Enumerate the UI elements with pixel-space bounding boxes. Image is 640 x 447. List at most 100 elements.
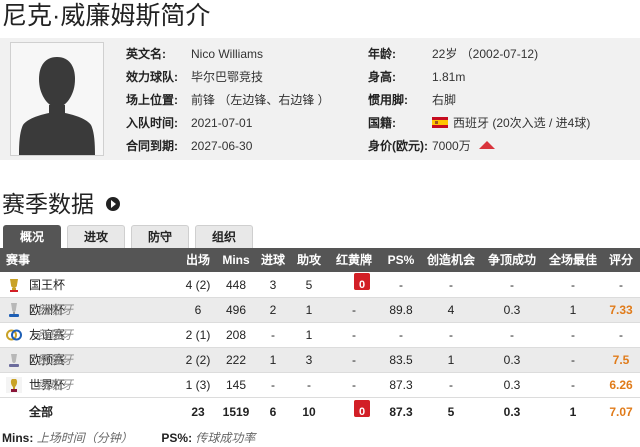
preferred-foot-row: 惯用脚: 右脚 — [368, 90, 633, 110]
tab-organize[interactable]: 组织 — [195, 225, 253, 248]
cell-motm: 1 — [569, 303, 577, 317]
cell-apps: 1 (3) — [185, 378, 211, 392]
cell-assists: 3 — [305, 353, 313, 367]
info-value: 2027-06-30 — [191, 139, 253, 153]
cell-rating: 7.5 — [612, 353, 630, 367]
total-rating: 7.07 — [609, 405, 633, 419]
info-value: 右脚 — [432, 93, 457, 107]
cell-motm: - — [571, 353, 575, 367]
info-value: Nico Williams — [191, 47, 263, 61]
position-row: 场上位置: 前锋 （左边锋、右边锋 ） — [126, 90, 356, 110]
cell-motm: - — [571, 378, 575, 392]
table-row: 国王杯 4 (2) 448 3 5 10 - - - - - — [0, 273, 640, 298]
info-value[interactable]: 毕尔巴鄂竞技 — [191, 67, 263, 87]
age-row: 年龄: 22岁 （2002-07-12) — [368, 44, 633, 64]
total-chances: 5 — [447, 405, 455, 419]
footnote-ps-key: PS%: — [161, 431, 193, 445]
cell-apps: 6 — [194, 303, 202, 317]
footnote-ps-desc: 传球成功率 — [195, 431, 256, 445]
cell-apps: 2 (1) — [185, 328, 211, 342]
info-label: 合同到期: — [126, 139, 178, 153]
info-label: 身价(欧元): — [368, 139, 428, 153]
info-label: 惯用脚: — [368, 93, 408, 107]
col-motm: 全场最佳 — [548, 253, 598, 267]
cell-pass: 89.8 — [389, 303, 413, 317]
competition-name[interactable]: 国王杯 — [29, 273, 65, 298]
cell-cards: - — [352, 328, 356, 342]
cell-chances: 1 — [447, 353, 455, 367]
cell-aerial: 0.3 — [503, 303, 521, 317]
tab-overview[interactable]: 概况 — [3, 225, 61, 248]
table-row: 世界杯 西班牙 1 (3) 145 - - - 87.3 - 0.3 - 6.26 — [0, 373, 640, 398]
team-name: 西班牙 — [37, 303, 74, 317]
arrow-right-circle-icon[interactable] — [106, 197, 120, 211]
col-cards: 红黄牌 — [335, 253, 373, 267]
spain-flag-icon — [432, 117, 448, 128]
total-aerial: 0.3 — [503, 405, 521, 419]
footnote-mins-desc: 上场时间（分钟） — [36, 431, 133, 445]
cell-aerial: - — [510, 278, 514, 292]
table-row: 欧预赛 西班牙 2 (2) 222 1 3 - 83.5 1 0.3 - 7.5 — [0, 348, 640, 373]
footnote-mins-key: Mins: — [2, 431, 34, 445]
cell-chances: - — [449, 328, 453, 342]
cell-cards: - — [352, 303, 356, 317]
contract-end-row: 合同到期: 2027-06-30 — [126, 136, 356, 156]
cell-assists: 1 — [305, 303, 313, 317]
total-motm: 1 — [569, 405, 577, 419]
col-apps: 出场 — [185, 253, 211, 267]
cell-goals: - — [271, 378, 275, 392]
cell-mins: 222 — [225, 353, 247, 367]
info-label: 入队时间: — [126, 116, 178, 130]
table-footnote: Mins: 上场时间（分钟） PS%: 传球成功率 — [2, 430, 255, 446]
info-label: 场上位置: — [126, 93, 178, 107]
cell-apps: 2 (2) — [185, 353, 211, 367]
info-label: 身高: — [368, 70, 396, 84]
cell-goals: 2 — [269, 303, 277, 317]
euro-qualifiers-icon — [9, 354, 19, 367]
cell-cards: - — [352, 378, 356, 392]
cell-assists: 1 — [305, 328, 313, 342]
info-value: 1.81m — [432, 70, 466, 84]
friendly-match-icon — [6, 329, 22, 341]
total-mins: 1519 — [222, 405, 250, 419]
col-competition: 赛事 — [6, 253, 31, 267]
col-assists: 助攻 — [296, 253, 322, 267]
cell-aerial: - — [510, 328, 514, 342]
info-value: 7000万 — [432, 136, 495, 156]
cell-pass: - — [399, 278, 403, 292]
cell-rating: - — [619, 328, 623, 342]
cell-assists: 5 — [305, 278, 313, 292]
page-title: 尼克·威廉姆斯简介 — [2, 2, 211, 30]
info-label: 英文名: — [126, 47, 166, 61]
team-name: 西班牙 — [37, 378, 74, 392]
height-row: 身高: 1.81m — [368, 67, 633, 87]
cell-mins: 208 — [225, 328, 247, 342]
cell-goals: 1 — [269, 353, 277, 367]
cell-aerial: 0.3 — [503, 378, 521, 392]
total-label: 全部 — [29, 405, 54, 419]
col-goals: 进球 — [260, 253, 286, 267]
value-up-arrow-icon — [478, 141, 495, 149]
cell-rating: 7.33 — [609, 303, 633, 317]
cell-goals: - — [271, 328, 275, 342]
total-apps: 23 — [191, 405, 205, 419]
market-value-text: 7000万 — [432, 139, 471, 153]
join-date-row: 入队时间: 2021-07-01 — [126, 113, 356, 133]
english-name-row: 英文名: Nico Williams — [126, 44, 356, 64]
cell-chances: - — [449, 378, 453, 392]
tab-attack[interactable]: 进攻 — [67, 225, 125, 248]
cell-pass: 83.5 — [389, 353, 413, 367]
red-card-icon: 0 — [354, 273, 370, 291]
cell-aerial: 0.3 — [503, 353, 521, 367]
team-row: 效力球队: 毕尔巴鄂竞技 — [126, 67, 356, 87]
team-name: 西班牙 — [37, 328, 74, 342]
col-chances: 创造机会 — [426, 253, 476, 267]
info-value: 西班牙 (20次入选 / 进4球) — [432, 113, 590, 133]
cell-assists: - — [307, 378, 311, 392]
tab-defense[interactable]: 防守 — [131, 225, 189, 248]
cell-mins: 496 — [225, 303, 247, 317]
nationality-row: 国籍: 西班牙 (20次入选 / 进4球) — [368, 113, 633, 133]
cell-chances: - — [449, 278, 453, 292]
cell-chances: 4 — [447, 303, 455, 317]
col-rating: 评分 — [608, 253, 634, 267]
